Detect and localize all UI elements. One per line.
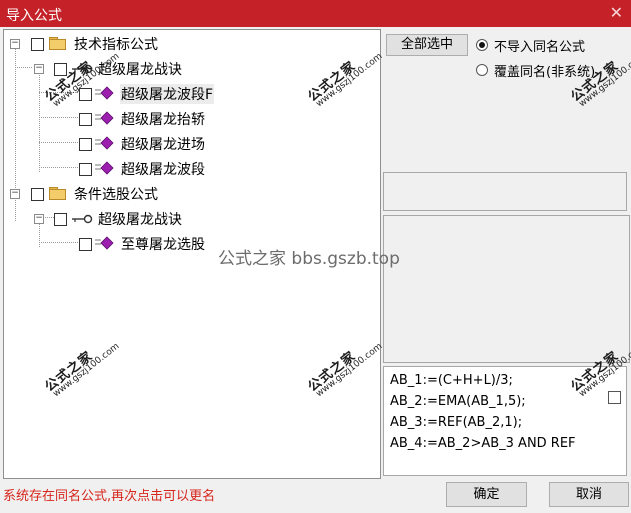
collapse-icon[interactable]: − (10, 39, 20, 49)
code-line: AB_4:=AB_2>AB_3 AND REF (390, 436, 576, 451)
node-label: 超级屠龙抬轿 (121, 112, 205, 128)
tree-node-formula[interactable]: 超级屠龙进场 (4, 132, 364, 154)
node-label: 超级屠龙战诀 (98, 62, 182, 78)
diamond-formula-icon (95, 86, 114, 100)
node-label: 条件选股公式 (74, 187, 158, 203)
code-line: AB_3:=REF(AB_2,1); (390, 415, 523, 430)
tree-node-formula-group[interactable]: − 超级屠龙战诀 (4, 207, 364, 229)
tree-node-formula[interactable]: 超级屠龙抬轿 (4, 107, 364, 129)
folder-icon (49, 187, 66, 200)
node-checkbox[interactable] (31, 188, 44, 201)
diamond-formula-icon (95, 111, 114, 125)
skip-duplicate-radio[interactable] (476, 39, 488, 51)
node-label: 超级屠龙战诀 (98, 212, 182, 228)
tree-node-formula[interactable]: 超级屠龙波段F (4, 82, 364, 104)
cancel-button[interactable]: 取消 (549, 482, 629, 507)
node-checkbox[interactable] (79, 238, 92, 251)
code-line: AB_2:=EMA(AB_1,5); (390, 394, 526, 409)
diamond-formula-icon (95, 161, 114, 175)
code-preview[interactable]: AB_1:=(C+H+L)/3; AB_2:=EMA(AB_1,5); AB_3… (383, 366, 627, 476)
collapse-icon[interactable]: − (34, 64, 44, 74)
folder-icon (49, 37, 66, 50)
overwrite-duplicate-label[interactable]: 覆盖同名(非系统) (494, 61, 595, 80)
ok-button[interactable]: 确定 (446, 482, 527, 507)
node-checkbox[interactable] (54, 213, 67, 226)
key-icon (72, 214, 93, 224)
skip-duplicate-label[interactable]: 不导入同名公式 (494, 36, 585, 55)
overwrite-duplicate-radio[interactable] (476, 64, 488, 76)
tree-node-screener-folder[interactable]: − 条件选股公式 (4, 182, 364, 204)
status-message: 系统存在同名公式,再次点击可以更名 (3, 489, 216, 504)
watermark-text: 公式之家 bbs.gszb.top (218, 249, 400, 269)
tree-node-formula-group[interactable]: − 超级屠龙战诀 (4, 57, 364, 79)
node-label: 超级屠龙进场 (121, 137, 205, 153)
node-label: 技术指标公式 (74, 37, 158, 53)
close-icon[interactable]: ✕ (610, 3, 623, 22)
select-all-button[interactable]: 全部选中 (386, 34, 468, 56)
key-icon (72, 64, 93, 74)
formula-name-field[interactable] (383, 172, 627, 211)
collapse-icon[interactable]: − (10, 189, 20, 199)
node-checkbox[interactable] (79, 163, 92, 176)
node-label: 至尊屠龙选股 (121, 237, 205, 253)
formula-description-area[interactable] (383, 215, 630, 363)
node-checkbox[interactable] (79, 138, 92, 151)
tree-node-indicator-folder[interactable]: − 技术指标公式 (4, 32, 364, 54)
node-checkbox[interactable] (79, 113, 92, 126)
node-label: 超级屠龙波段 (121, 162, 205, 178)
tree-node-formula[interactable]: 超级屠龙波段 (4, 157, 364, 179)
code-preview-checkbox[interactable] (608, 391, 621, 404)
node-checkbox[interactable] (79, 88, 92, 101)
node-label: 超级屠龙波段F (120, 84, 215, 104)
diamond-formula-icon (95, 236, 114, 250)
node-checkbox[interactable] (54, 63, 67, 76)
collapse-icon[interactable]: − (34, 214, 44, 224)
code-line: AB_1:=(C+H+L)/3; (390, 373, 513, 388)
node-checkbox[interactable] (31, 38, 44, 51)
title-bar: 导入公式 ✕ (0, 0, 631, 27)
window-title: 导入公式 (6, 8, 62, 24)
diamond-formula-icon (95, 136, 114, 150)
